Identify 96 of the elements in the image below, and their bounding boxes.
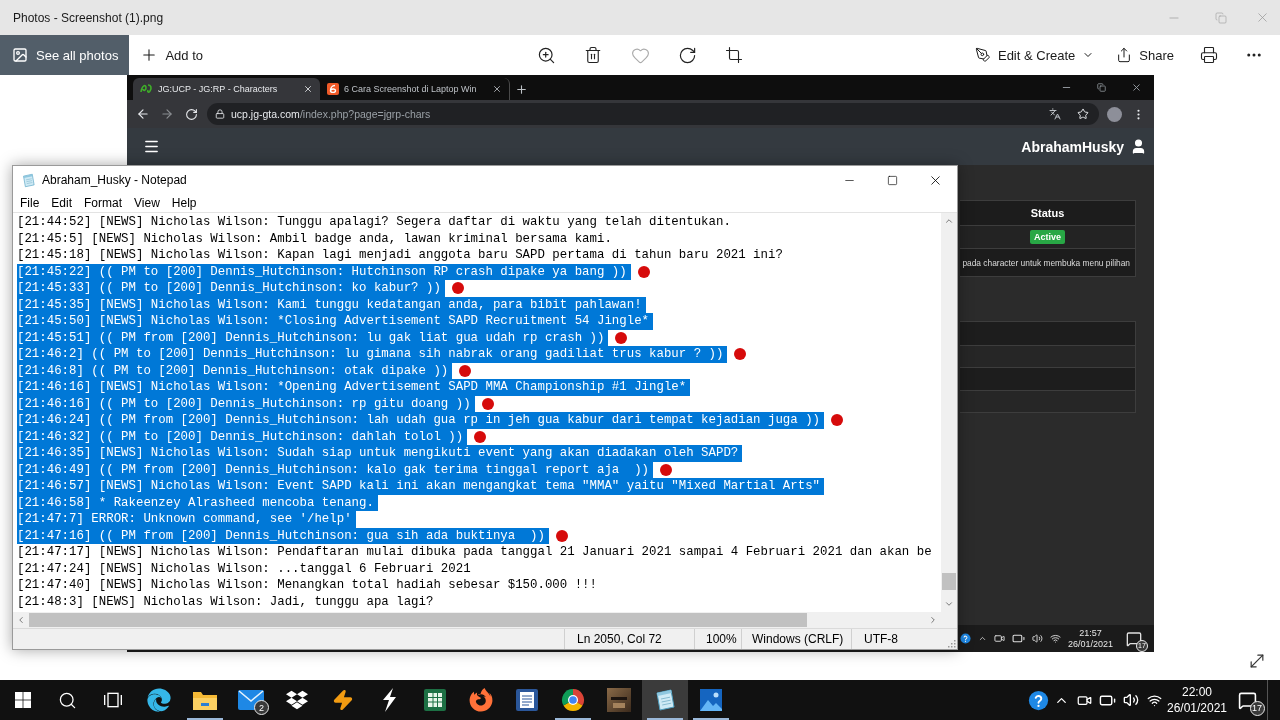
column-header: Status [960, 201, 1135, 225]
notification-count: 17 [1249, 700, 1265, 716]
camera-icon[interactable] [993, 633, 1005, 644]
menu-item[interactable]: Help [165, 196, 203, 210]
browser-icon [147, 688, 171, 712]
star-icon[interactable] [1077, 108, 1089, 120]
window-title: Abraham_Husky - Notepad [42, 173, 187, 187]
print-icon[interactable] [1200, 46, 1218, 64]
status-item: UTF-8 [864, 632, 898, 646]
menu-item[interactable]: Format [78, 196, 129, 210]
lightning-icon [332, 689, 354, 711]
picture-icon [12, 47, 28, 63]
bolt-icon [380, 688, 398, 712]
add-to-button[interactable]: Add to [129, 35, 214, 75]
menu-item[interactable]: Edit [45, 196, 79, 210]
search-icon [58, 690, 77, 710]
zoom-in-icon[interactable] [536, 45, 556, 65]
log-line: [21:47:17] [NEWS] Nicholas Wilson: Pendaftaran mulai dibuka pada tanggal 21 Januari 2021 sampai 4 Februari 2021 dan akan be [17, 544, 932, 561]
crop-icon[interactable] [725, 46, 743, 64]
user-icon[interactable] [1130, 138, 1147, 155]
unread-count: 2 [254, 700, 269, 715]
clock-time: 22:00 [1182, 683, 1212, 700]
notepad-icon [653, 688, 677, 712]
menu-item[interactable]: File [14, 196, 46, 210]
taskbar-app-button[interactable]: 2 [228, 680, 274, 720]
forward-icon[interactable] [160, 107, 174, 121]
folder-icon [192, 689, 218, 711]
restore-icon[interactable] [1097, 83, 1106, 92]
site-logo-icon [327, 83, 339, 95]
scroll-right-icon[interactable] [928, 615, 938, 625]
maximize-icon[interactable] [887, 174, 898, 186]
share-button[interactable]: Share [1104, 35, 1186, 75]
browser-icon [469, 688, 493, 712]
help-icon[interactable] [959, 633, 971, 644]
wifi-icon[interactable] [1147, 692, 1162, 708]
spreadsheet-icon [423, 688, 447, 712]
volume-icon[interactable] [1122, 692, 1139, 708]
windows-logo-icon [14, 692, 31, 708]
back-icon[interactable] [136, 107, 150, 121]
status-item: Ln 2050, Col 72 [577, 632, 662, 646]
username: AbrahamHusky [1021, 138, 1124, 155]
taskbar-app-button[interactable] [642, 680, 688, 720]
wifi-icon[interactable] [1049, 633, 1061, 644]
scrollbar-thumb[interactable] [942, 573, 956, 590]
table-note: pada character untuk membuka menu pilihan [962, 257, 1130, 268]
notepad-icon [21, 172, 36, 188]
edit-create-button[interactable]: Edit & Create [964, 35, 1105, 75]
log-line: [21:44:52] [NEWS] Nicholas Wilson: Tunggu apalagi? Segera daftar di waktu yang telah ditentukan. [17, 214, 731, 231]
vertical-scrollbar[interactable] [941, 213, 957, 612]
menu-item[interactable]: View [128, 196, 166, 210]
reload-icon[interactable] [184, 107, 198, 121]
address-field[interactable]: ucp.jg-gta.com/index.php?page=jgrp-chars [207, 103, 1099, 125]
rotate-icon[interactable] [677, 45, 697, 65]
edit-tools-icon [974, 47, 991, 63]
battery-icon[interactable] [1011, 632, 1025, 645]
scroll-left-icon[interactable] [16, 615, 26, 625]
log-line: [21:45:18] [NEWS] Nicholas Wilson: Kapan lagi menjadi anggota baru SAPD pertama di tahun baru 2021 ini? [17, 247, 783, 264]
close-tab-icon[interactable] [492, 84, 502, 94]
close-icon[interactable] [1131, 82, 1142, 93]
translate-icon[interactable] [1049, 108, 1061, 120]
status-badge: Active [1030, 230, 1065, 244]
menu-icon[interactable] [143, 138, 160, 155]
log-line: [21:47:40] [NEWS] Nicholas Wilson: Menangkan total hadiah sebesar $150.000 !!! [17, 577, 597, 594]
clock-time: 21:57 [1079, 627, 1102, 639]
horizontal-scrollbar[interactable] [13, 612, 957, 628]
task-view-icon [103, 690, 123, 710]
close-tab-icon[interactable] [303, 84, 313, 94]
help-icon[interactable] [1027, 689, 1049, 711]
status-item: 100% [706, 632, 737, 646]
lock-icon [215, 109, 225, 119]
avatar-icon[interactable] [1106, 106, 1122, 122]
resize-grip-icon[interactable] [947, 639, 956, 648]
status-item: Windows (CRLF) [752, 632, 844, 646]
see-all-photos-button[interactable]: See all photos [0, 35, 130, 75]
scroll-up-icon[interactable] [944, 216, 954, 226]
delete-icon[interactable] [584, 46, 602, 64]
browser-tab[interactable]: JG:UCP - JG:RP - Characters [133, 78, 320, 100]
share-icon [1116, 47, 1133, 63]
app-picture-icon [607, 688, 631, 712]
volume-icon[interactable] [1031, 633, 1043, 644]
window-title: Photos - Screenshot (1).png [13, 10, 164, 25]
clock-date: 26/01/2021 [1166, 700, 1228, 717]
log-line: [21:47:24] [NEWS] Nicholas Wilson: ...tanggal 6 Februari 2021 [17, 560, 471, 577]
document-icon [515, 688, 539, 712]
mail-icon [238, 690, 264, 710]
log-line: [21:45:5] [NEWS] Nicholas Wilson: Ambil badge anda, lawan kriminal bersama kami. [17, 230, 612, 247]
site-logo-icon [140, 83, 153, 95]
scrollbar-thumb[interactable] [29, 613, 807, 627]
open-box-icon [286, 689, 308, 711]
scroll-down-icon[interactable] [944, 599, 954, 609]
new-tab-icon[interactable] [514, 82, 528, 96]
browser-icon [561, 688, 585, 712]
chevron-up-icon[interactable] [977, 634, 987, 643]
log-line: [21:48:3] [NEWS] Nicholas Wilson: Jadi, tunggu apa lagi? [17, 593, 434, 610]
landscape-icon [699, 688, 723, 712]
clock-date: 26/01/2021 [1067, 638, 1113, 650]
